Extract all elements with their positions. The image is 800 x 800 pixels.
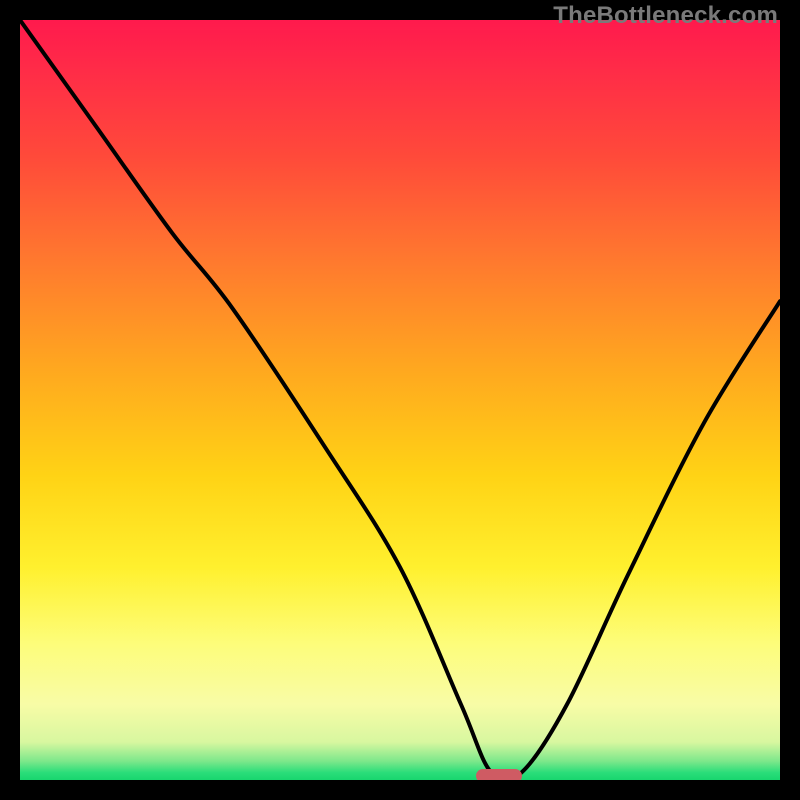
plot-area	[20, 20, 780, 780]
optimal-point-marker	[476, 769, 522, 780]
chart-frame: TheBottleneck.com	[0, 0, 800, 800]
bottleneck-curve	[20, 20, 780, 780]
curve-svg	[20, 20, 780, 780]
watermark-text: TheBottleneck.com	[553, 2, 778, 30]
